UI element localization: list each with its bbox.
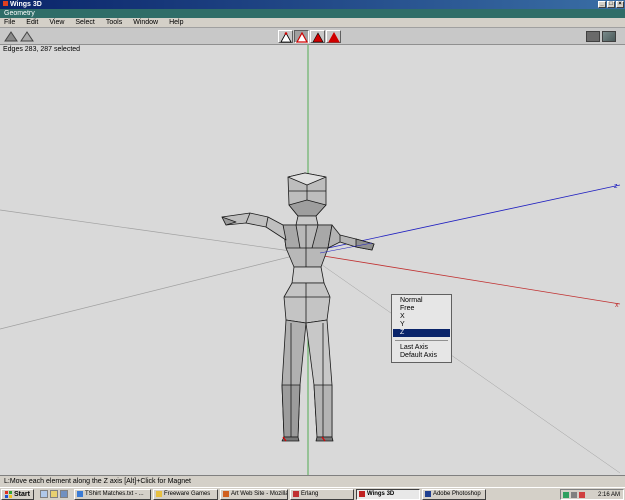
perspective-icon[interactable] <box>20 30 35 43</box>
system-tray: 2:16 AM <box>560 489 624 500</box>
axis-context-menu: Normal Free X Y Z Last Axis Default Axis <box>391 294 452 363</box>
maximize-button[interactable]: □ <box>607 1 615 8</box>
volume-icon[interactable] <box>571 491 577 498</box>
body-mode-button[interactable] <box>326 30 341 43</box>
antivirus-icon[interactable] <box>579 491 585 498</box>
wireframe-view-icon[interactable] <box>586 31 600 42</box>
task-wings-3d[interactable]: Wings 3D <box>355 488 420 500</box>
menu-help[interactable]: Help <box>169 18 183 27</box>
menu-item-normal[interactable]: Normal <box>393 297 450 305</box>
geometry-viewport[interactable]: z x Edges 283, 287 selected Normal Free … <box>0 45 625 475</box>
scene: z x <box>0 45 621 475</box>
menu-item-default-axis[interactable]: Default Axis <box>393 352 450 360</box>
face-mode-button[interactable] <box>310 30 325 43</box>
photoshop-icon <box>424 491 431 497</box>
erlang-icon <box>292 491 299 497</box>
title-bar: Wings 3D _ □ × <box>0 0 625 9</box>
z-axis-negative-line <box>0 252 306 330</box>
task-adobe-photoshop[interactable]: Adobe Photoshop <box>421 488 486 500</box>
window-title: Wings 3D <box>10 1 42 8</box>
quick-launch <box>39 490 68 498</box>
menu-item-y[interactable]: Y <box>393 321 450 329</box>
menu-select[interactable]: Select <box>75 18 94 27</box>
start-button[interactable]: Start <box>1 488 34 500</box>
close-button[interactable]: × <box>616 1 624 8</box>
task-freeware-games[interactable]: Freeware Games <box>152 488 218 500</box>
menu-item-x[interactable]: X <box>393 313 450 321</box>
task-erlang[interactable]: Erlang <box>289 488 354 500</box>
selection-info: Edges 283, 287 selected <box>3 46 81 53</box>
task-tshirt-matches[interactable]: TShirt Matches.txt - ... <box>73 488 151 500</box>
menu-tools[interactable]: Tools <box>106 18 122 27</box>
menu-view[interactable]: View <box>49 18 64 27</box>
vertex-mode-button[interactable] <box>278 30 293 43</box>
menu-bar: File Edit View Select Tools Window Help <box>0 18 625 28</box>
character-model[interactable] <box>221 172 375 442</box>
desktop-icon[interactable] <box>39 490 48 498</box>
notepad-icon <box>76 491 83 497</box>
folder-icon <box>155 491 162 497</box>
menu-separator <box>395 340 448 341</box>
browser-icon[interactable] <box>59 490 68 498</box>
grid-line <box>304 252 621 474</box>
wings-app-icon <box>3 1 8 6</box>
wings-icon <box>358 491 365 497</box>
menu-window[interactable]: Window <box>133 18 158 27</box>
clock[interactable]: 2:16 AM <box>598 492 620 498</box>
x-axis-label: x <box>615 302 619 309</box>
windows-logo-icon <box>5 490 12 498</box>
taskbar: Start TShirt Matches.txt - ... Freeware … <box>0 487 625 500</box>
menu-item-last-axis[interactable]: Last Axis <box>393 344 450 352</box>
minimize-button[interactable]: _ <box>598 1 606 8</box>
smooth-preview-icon[interactable] <box>4 30 19 43</box>
start-label: Start <box>14 490 30 498</box>
geometry-window-title: Geometry <box>0 9 625 18</box>
menu-edit[interactable]: Edit <box>26 18 38 27</box>
z-axis-label: z <box>614 183 618 190</box>
menu-item-free[interactable]: Free <box>393 305 450 313</box>
shaded-view-icon[interactable] <box>602 31 616 42</box>
task-art-web-site[interactable]: Art Web Site - Mozilla <box>219 488 288 500</box>
menu-file[interactable]: File <box>4 18 15 27</box>
status-bar: L:Move each element along the Z axis [Al… <box>0 475 625 487</box>
folder-icon[interactable] <box>49 490 58 498</box>
x-axis-line <box>304 252 621 305</box>
edge-mode-button[interactable] <box>294 30 309 43</box>
menu-item-z[interactable]: Z <box>393 329 450 337</box>
mozilla-icon <box>222 491 229 497</box>
network-icon[interactable] <box>563 491 569 498</box>
window-controls: _ □ × <box>598 1 624 8</box>
toolbar <box>0 28 625 45</box>
